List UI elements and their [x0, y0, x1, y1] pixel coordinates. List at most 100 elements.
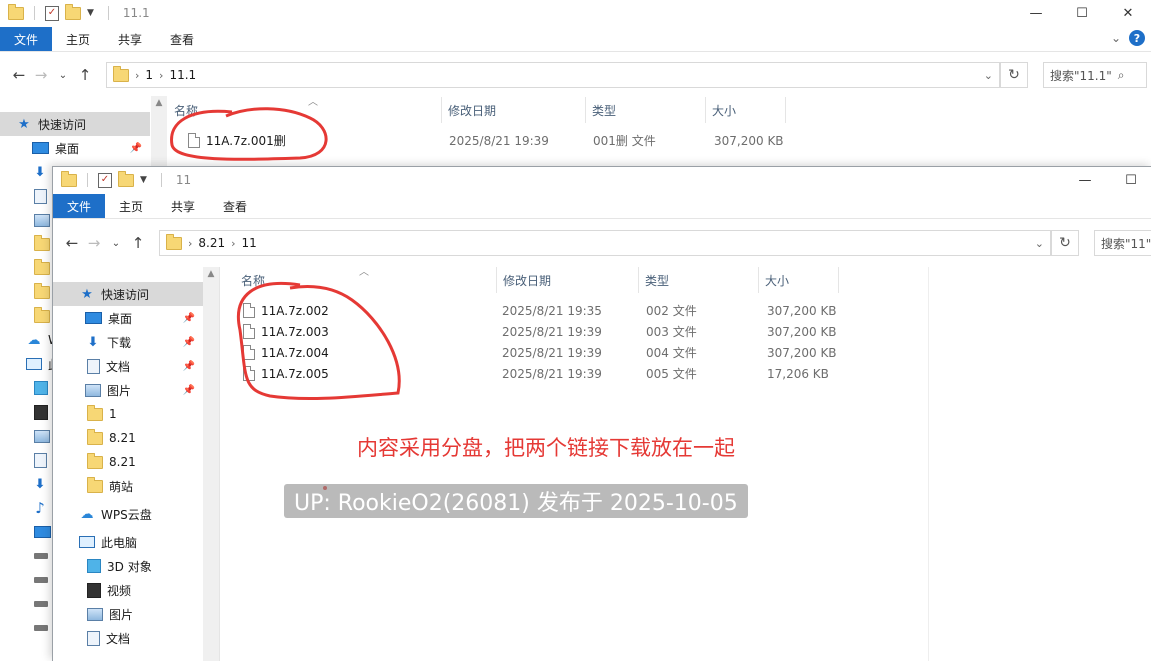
back-arrow-icon[interactable]: ← — [8, 66, 30, 84]
chevron-down-icon[interactable]: ⌄ — [1035, 237, 1044, 250]
tab-file[interactable]: 文件 — [53, 194, 106, 218]
address-bar[interactable]: › 8.21 › 11 ⌄ — [159, 230, 1051, 256]
video-icon — [34, 404, 48, 420]
cloud-icon: ☁ — [80, 506, 94, 522]
sidebar-item-desktop[interactable]: 桌面 📌 — [53, 306, 203, 330]
document-icon — [87, 358, 100, 374]
sidebar-item-folder-1[interactable]: 1 — [53, 402, 203, 426]
forward-arrow-icon[interactable]: → — [83, 234, 105, 252]
folder-icon — [113, 65, 129, 82]
maximize-button[interactable]: ☐ — [1108, 167, 1151, 193]
refresh-button[interactable]: ↻ — [1000, 62, 1028, 88]
column-name[interactable]: 名称 — [235, 267, 497, 293]
file-size: 307,200 KB — [714, 133, 784, 148]
search-input[interactable]: 搜索"11.1" ⌕ — [1043, 62, 1147, 88]
scroll-up-icon[interactable]: ▲ — [151, 96, 167, 110]
star-icon: ★ — [81, 286, 93, 302]
back-arrow-icon[interactable]: ← — [61, 234, 83, 252]
recent-locations-icon[interactable]: ⌄ — [105, 238, 127, 249]
column-name[interactable]: 名称 — [168, 97, 442, 123]
sidebar-item-this-pc[interactable]: 此电脑 — [53, 530, 203, 554]
sidebar-item-pictures[interactable]: 图片 📌 — [53, 378, 203, 402]
properties-icon[interactable]: ✓ — [98, 172, 112, 188]
sidebar-item-pc-pictures[interactable]: 图片 — [53, 602, 203, 626]
properties-icon[interactable]: ✓ — [45, 5, 59, 21]
up-arrow-icon[interactable]: ↑ — [74, 66, 96, 84]
search-input[interactable]: 搜索"11" — [1094, 230, 1151, 256]
breadcrumb-item[interactable]: 11 — [242, 236, 257, 250]
recent-locations-icon[interactable]: ⌄ — [52, 70, 74, 81]
sidebar-item-quick-access[interactable]: ★ 快速访问 — [0, 112, 150, 136]
tab-file[interactable]: 文件 — [0, 27, 53, 51]
sidebar-item-downloads[interactable]: ⬇ 下载 📌 — [53, 330, 203, 354]
file-row[interactable]: 11A.7z.002 2025/8/21 19:35 002 文件 307,20… — [235, 300, 875, 321]
pane-divider — [928, 267, 929, 661]
file-row[interactable]: 11A.7z.003 2025/8/21 19:39 003 文件 307,20… — [235, 321, 875, 342]
sidebar-item-desktop[interactable]: 桌面 📌 — [0, 136, 150, 160]
computer-icon — [26, 358, 42, 370]
tab-view[interactable]: 查看 — [209, 194, 261, 218]
tab-share[interactable]: 共享 — [104, 27, 156, 51]
customize-toolbar-icon[interactable]: ▼ — [140, 175, 147, 185]
navigation-bar: ← → ⌄ ↑ › 1 › 11.1 ⌄ ↻ 搜索"11.1" ⌕ — [0, 60, 1151, 90]
sidebar-item-pc-documents[interactable]: 文档 — [53, 626, 203, 650]
picture-icon — [34, 213, 50, 227]
close-button[interactable]: ✕ — [1105, 0, 1151, 26]
minimize-button[interactable]: — — [1013, 0, 1059, 26]
tab-share[interactable]: 共享 — [157, 194, 209, 218]
drive-icon — [34, 601, 48, 607]
file-icon — [243, 303, 255, 318]
download-icon: ⬇ — [34, 476, 46, 492]
column-date[interactable]: 修改日期 — [497, 267, 639, 293]
file-icon — [243, 324, 255, 339]
sidebar-item-quick-access[interactable]: ★ 快速访问 — [53, 282, 203, 306]
up-arrow-icon[interactable]: ↑ — [127, 234, 149, 252]
breadcrumb-item[interactable]: 1 — [145, 68, 153, 82]
column-size[interactable]: 大小 — [706, 97, 786, 123]
forward-arrow-icon[interactable]: → — [30, 66, 52, 84]
file-row[interactable]: 11A.7z.001删 2025/8/21 19:39 001删 文件 307,… — [168, 130, 798, 151]
sidebar-item-documents[interactable]: 文档 📌 — [53, 354, 203, 378]
tab-home[interactable]: 主页 — [105, 194, 157, 218]
file-date: 2025/8/21 19:35 — [502, 303, 602, 318]
minimize-button[interactable]: — — [1062, 167, 1108, 193]
customize-toolbar-icon[interactable]: ▼ — [87, 8, 94, 18]
column-size[interactable]: 大小 — [759, 267, 839, 293]
tab-home[interactable]: 主页 — [52, 27, 104, 51]
new-folder-icon[interactable] — [65, 3, 81, 20]
scroll-up-icon[interactable]: ▲ — [203, 267, 219, 281]
sidebar-item-folder-8-21[interactable]: 8.21 — [53, 426, 203, 450]
file-row[interactable]: 11A.7z.004 2025/8/21 19:39 004 文件 307,20… — [235, 342, 875, 363]
new-folder-icon[interactable] — [118, 170, 134, 187]
column-type[interactable]: 类型 — [639, 267, 759, 293]
annotation-text: 内容采用分盘，把两个链接下载放在一起 — [357, 436, 735, 460]
folder-icon — [87, 404, 103, 421]
file-size: 307,200 KB — [767, 324, 837, 339]
column-date[interactable]: 修改日期 — [442, 97, 586, 123]
chevron-right-icon: › — [135, 68, 140, 82]
sidebar-item-folder-8-21[interactable]: 8.21 — [53, 450, 203, 474]
file-name: 11A.7z.003 — [261, 324, 329, 339]
breadcrumb-item[interactable]: 8.21 — [198, 236, 225, 250]
sidebar-scrollbar[interactable]: ▲ — [151, 96, 167, 166]
sidebar-item-folder-mengzhan[interactable]: 萌站 — [53, 474, 203, 498]
expand-ribbon-icon[interactable]: ⌄ — [1111, 31, 1121, 45]
maximize-button[interactable]: ☐ — [1059, 0, 1105, 26]
sidebar-item-wps-cloud[interactable]: ☁ WPS云盘 — [53, 502, 203, 526]
tab-view[interactable]: 查看 — [156, 27, 208, 51]
file-row[interactable]: 11A.7z.005 2025/8/21 19:39 005 文件 17,206… — [235, 363, 875, 384]
sidebar-item-videos[interactable]: 视频 — [53, 578, 203, 602]
cloud-icon: ☁ — [27, 332, 41, 348]
sidebar-item-3d-objects[interactable]: 3D 对象 — [53, 554, 203, 578]
refresh-button[interactable]: ↻ — [1051, 230, 1079, 256]
sidebar-scrollbar[interactable]: ▲ — [203, 267, 219, 661]
chevron-right-icon: › — [159, 68, 164, 82]
help-icon[interactable]: ? — [1129, 30, 1145, 46]
computer-icon — [79, 536, 95, 548]
desktop-icon — [34, 526, 51, 538]
breadcrumb-item[interactable]: 11.1 — [169, 68, 196, 82]
chevron-down-icon[interactable]: ⌄ — [984, 69, 993, 82]
column-type[interactable]: 类型 — [586, 97, 706, 123]
address-bar[interactable]: › 1 › 11.1 ⌄ — [106, 62, 1000, 88]
ribbon-tabs: 文件 主页 共享 查看 — [53, 194, 1151, 219]
